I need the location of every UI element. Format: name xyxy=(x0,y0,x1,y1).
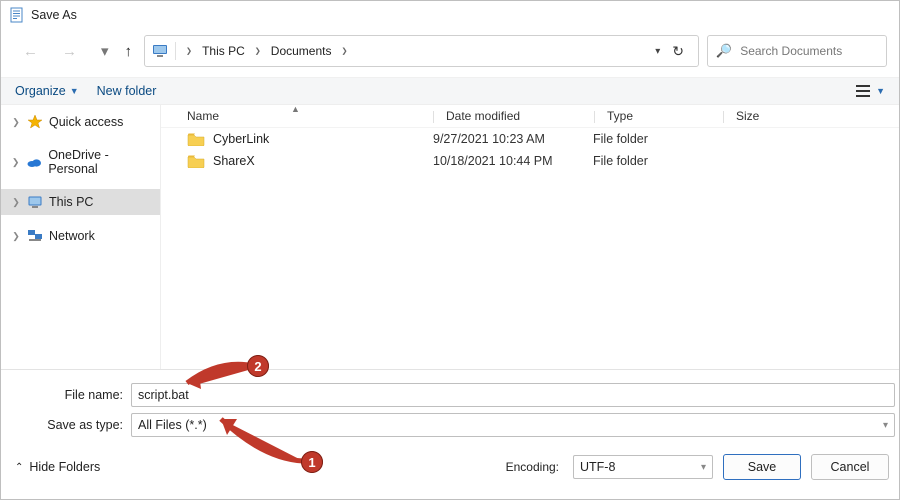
expand-icon[interactable]: ❯ xyxy=(11,197,21,208)
nav-arrows: ← → ▾ xyxy=(19,44,113,59)
sidebar-item-network[interactable]: ❯ Network xyxy=(1,223,160,249)
refresh-icon[interactable]: ↻ xyxy=(670,41,686,62)
save-button[interactable]: Save xyxy=(723,454,801,480)
sidebar: ❯ Quick access ❯ OneDrive - Personal ❯ T… xyxy=(1,105,161,369)
save-type-label: Save as type: xyxy=(5,418,131,432)
expand-icon[interactable]: ❯ xyxy=(11,117,21,128)
chevron-down-icon: ▾ xyxy=(701,462,706,473)
form-area: File name: script.bat Save as type: All … xyxy=(1,369,899,444)
chevron-right-icon[interactable]: ❯ xyxy=(182,46,196,57)
chevron-down-icon[interactable]: ▼ xyxy=(876,86,885,96)
nav-row: ← → ▾ ↑ ❯ This PC ❯ Documents ❯ ▾ ↻ 🔍 Se… xyxy=(1,29,899,78)
sidebar-item-label: This PC xyxy=(49,195,93,209)
encoding-label: Encoding: xyxy=(506,460,563,474)
sidebar-item-label: Network xyxy=(49,229,95,243)
column-size[interactable]: Size xyxy=(736,109,816,123)
sidebar-item-label: Quick access xyxy=(49,115,123,129)
file-name: CyberLink xyxy=(213,132,269,146)
chevron-down-icon: ▼ xyxy=(70,86,79,96)
column-headers: ▲ Name Date modified Type Size xyxy=(161,105,899,128)
address-history-button[interactable]: ▾ xyxy=(655,46,660,57)
folder-icon xyxy=(187,132,205,146)
table-row[interactable]: ShareX 10/18/2021 10:44 PM File folder xyxy=(161,150,899,172)
sidebar-item-label: OneDrive - Personal xyxy=(48,148,154,176)
up-button[interactable]: ↑ xyxy=(121,44,137,59)
chevron-down-icon: ▾ xyxy=(883,420,888,431)
network-icon xyxy=(27,228,43,244)
file-type: File folder xyxy=(593,132,709,146)
table-row[interactable]: CyberLink 9/27/2021 10:23 AM File folder xyxy=(161,128,899,150)
expand-icon[interactable]: ❯ xyxy=(11,157,20,168)
sidebar-item-onedrive[interactable]: ❯ OneDrive - Personal xyxy=(1,143,160,181)
app-icon xyxy=(9,7,25,23)
hide-folders-button[interactable]: ⌃ Hide Folders xyxy=(15,460,100,474)
expand-icon[interactable]: ❯ xyxy=(11,231,21,242)
file-name: ShareX xyxy=(213,154,255,168)
organize-button[interactable]: Organize ▼ xyxy=(15,84,79,98)
chevron-up-icon: ⌃ xyxy=(15,462,23,473)
file-name-label: File name: xyxy=(5,388,131,402)
save-type-select[interactable]: All Files (*.*) ▾ xyxy=(131,413,895,437)
search-input[interactable]: 🔍 Search Documents xyxy=(707,35,887,67)
search-placeholder: Search Documents xyxy=(740,44,842,58)
star-icon xyxy=(27,114,43,130)
breadcrumb-documents[interactable]: Documents xyxy=(269,42,334,60)
cloud-icon xyxy=(26,154,42,170)
file-date: 9/27/2021 10:23 AM xyxy=(433,132,593,146)
file-date: 10/18/2021 10:44 PM xyxy=(433,154,593,168)
chevron-right-icon[interactable]: ❯ xyxy=(251,46,265,57)
new-folder-button[interactable]: New folder xyxy=(97,84,157,98)
column-date[interactable]: Date modified xyxy=(446,109,594,123)
file-type: File folder xyxy=(593,154,709,168)
window-title: Save As xyxy=(31,8,77,22)
sidebar-item-quick-access[interactable]: ❯ Quick access xyxy=(1,109,160,135)
encoding-select[interactable]: UTF-8 ▾ xyxy=(573,455,713,479)
recent-locations-button[interactable]: ▾ xyxy=(97,44,113,59)
toolbar: Organize ▼ New folder ▼ xyxy=(1,78,899,105)
column-name[interactable]: Name xyxy=(187,109,433,123)
title-bar: Save As xyxy=(1,1,899,29)
monitor-icon xyxy=(27,194,43,210)
chevron-right-icon[interactable]: ❯ xyxy=(337,46,351,57)
address-bar[interactable]: ❯ This PC ❯ Documents ❯ ▾ ↻ xyxy=(144,35,699,67)
sidebar-item-this-pc[interactable]: ❯ This PC xyxy=(1,189,160,215)
back-button[interactable]: ← xyxy=(19,44,42,59)
folder-icon xyxy=(187,154,205,168)
column-type[interactable]: Type xyxy=(607,109,723,123)
sort-indicator-icon: ▲ xyxy=(291,104,300,114)
file-list: ▲ Name Date modified Type Size CyberLink… xyxy=(161,105,899,369)
file-name-row: File name: script.bat xyxy=(5,380,895,410)
monitor-icon xyxy=(151,42,169,60)
file-name-input[interactable]: script.bat xyxy=(131,383,895,407)
bottom-bar: ⌃ Hide Folders Encoding: UTF-8 ▾ Save Ca… xyxy=(1,444,899,486)
cancel-button[interactable]: Cancel xyxy=(811,454,889,480)
forward-button[interactable]: → xyxy=(58,44,81,59)
view-options-icon[interactable] xyxy=(856,85,870,97)
save-type-row: Save as type: All Files (*.*) ▾ xyxy=(5,410,895,440)
main-split: ❯ Quick access ❯ OneDrive - Personal ❯ T… xyxy=(1,105,899,369)
search-icon: 🔍 xyxy=(716,43,732,59)
breadcrumb-this-pc[interactable]: This PC xyxy=(200,42,247,60)
